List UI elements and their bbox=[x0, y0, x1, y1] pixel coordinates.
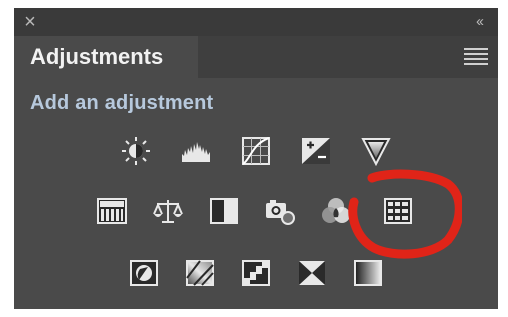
brightness-contrast-icon[interactable] bbox=[120, 136, 152, 166]
color-balance-icon[interactable] bbox=[152, 196, 184, 226]
vibrance-icon[interactable] bbox=[360, 136, 392, 166]
panel-titlebar: × ‹‹ bbox=[14, 8, 498, 36]
close-icon[interactable]: × bbox=[20, 11, 40, 33]
gradient-map-icon[interactable] bbox=[352, 258, 384, 288]
photo-filter-icon[interactable] bbox=[264, 196, 296, 226]
tab-bar: Adjustments bbox=[14, 36, 498, 78]
section-title: Add an adjustment bbox=[30, 92, 214, 114]
exposure-icon[interactable] bbox=[300, 136, 332, 166]
color-lookup-icon[interactable] bbox=[382, 196, 414, 226]
posterize-icon[interactable] bbox=[184, 258, 216, 288]
invert-icon[interactable] bbox=[128, 258, 160, 288]
panel-menu-icon[interactable] bbox=[464, 48, 488, 66]
threshold-icon[interactable] bbox=[240, 258, 272, 288]
levels-icon[interactable] bbox=[180, 136, 212, 166]
black-white-icon[interactable] bbox=[208, 196, 240, 226]
curves-icon[interactable] bbox=[240, 136, 272, 166]
channel-mixer-icon[interactable] bbox=[320, 196, 352, 226]
hue-saturation-icon[interactable] bbox=[96, 196, 128, 226]
selective-color-icon[interactable] bbox=[296, 258, 328, 288]
collapse-icon[interactable]: ‹‹ bbox=[466, 11, 492, 33]
tab-adjustments[interactable]: Adjustments bbox=[14, 36, 198, 78]
adjustments-panel: × ‹‹ Adjustments Add an adjustment bbox=[14, 8, 498, 309]
